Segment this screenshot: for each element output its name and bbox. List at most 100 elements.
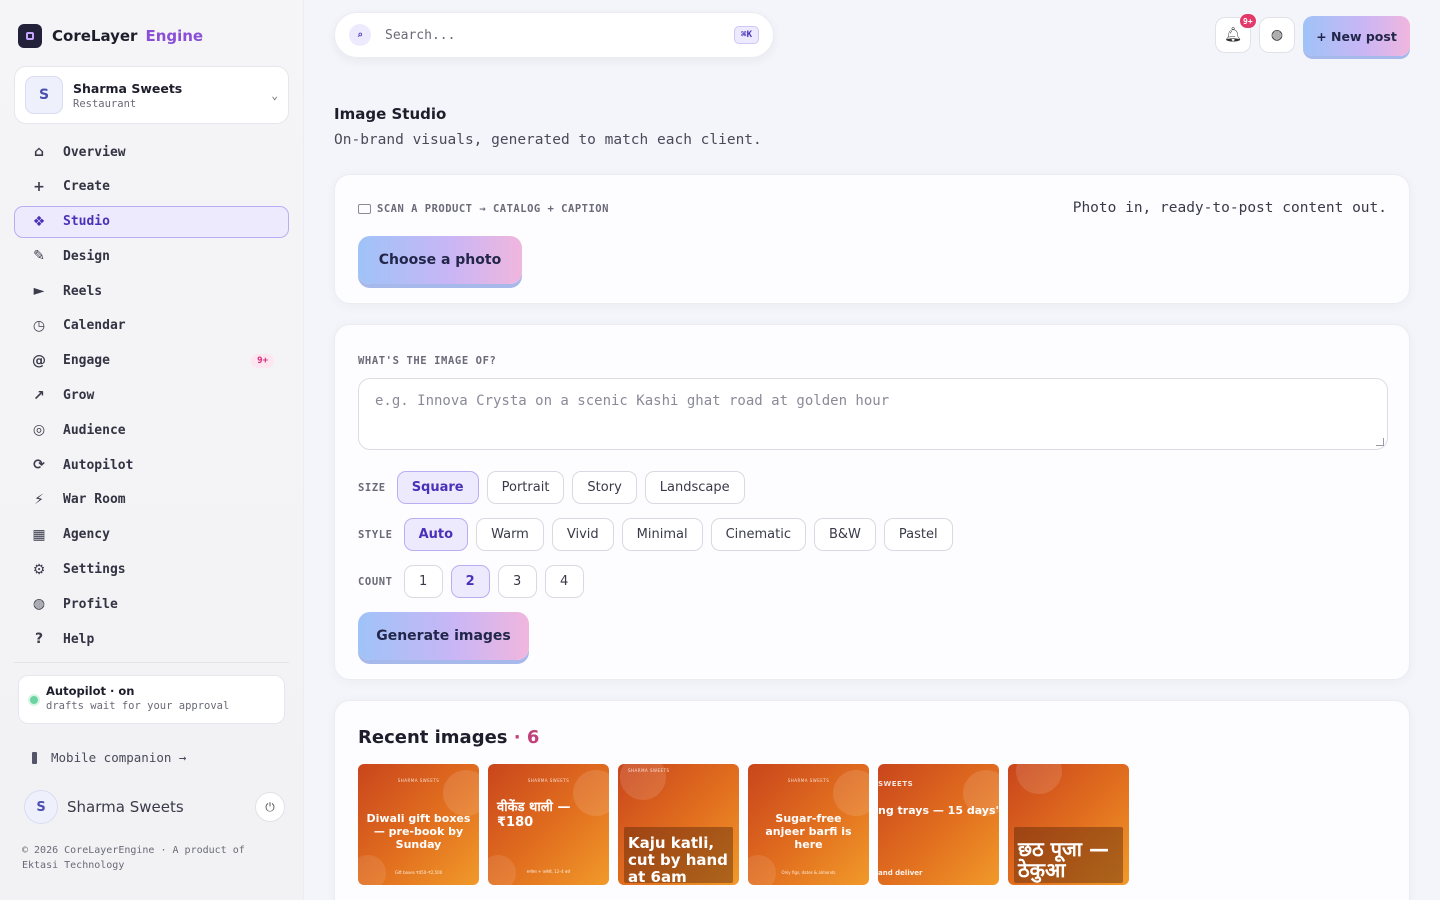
count-options: COUNT 1 2 3 4 bbox=[358, 565, 592, 598]
thumb-foot: Only figs, dates & almonds bbox=[781, 870, 836, 875]
size-option-portrait[interactable]: Portrait bbox=[486, 471, 565, 504]
clock-icon: ◷ bbox=[32, 317, 46, 334]
recent-count: · 6 bbox=[513, 727, 540, 748]
search-icon: ⌕ bbox=[349, 24, 371, 46]
globe-icon: ◍ bbox=[1270, 27, 1284, 43]
sidebar-item-label: Help bbox=[63, 631, 95, 647]
sidebar-item-label: Overview bbox=[63, 144, 126, 160]
workspace-switcher[interactable]: S Sharma Sweets Restaurant ⌄ bbox=[14, 66, 289, 124]
sidebar-item-war-room[interactable]: ⚡ War Room bbox=[14, 484, 289, 516]
engage-badge: 9+ bbox=[251, 353, 274, 368]
workspace-type: Restaurant bbox=[73, 97, 137, 110]
thumb-foot: and deliver bbox=[878, 869, 923, 877]
sidebar-divider bbox=[14, 662, 289, 663]
sidebar-item-label: Profile bbox=[63, 596, 118, 612]
sidebar-item-design[interactable]: ✎ Design bbox=[14, 240, 289, 272]
autopilot-status[interactable]: Autopilot · on drafts wait for your appr… bbox=[18, 675, 285, 724]
size-option-landscape[interactable]: Landscape bbox=[644, 471, 745, 504]
brand-accent: Engine bbox=[145, 27, 204, 45]
recent-images-title: Recent images · 6 bbox=[358, 727, 539, 748]
style-option-bw[interactable]: B&W bbox=[813, 518, 876, 551]
style-option-auto[interactable]: Auto bbox=[403, 518, 469, 551]
sidebar-item-calendar[interactable]: ◷ Calendar bbox=[14, 310, 289, 342]
sidebar-item-label: Reels bbox=[63, 283, 103, 299]
avatar[interactable]: S bbox=[24, 790, 58, 824]
sidebar-item-create[interactable]: + Create bbox=[14, 171, 289, 203]
phone-icon bbox=[32, 751, 37, 764]
search-bar[interactable]: ⌕ Search... ⌘K bbox=[334, 12, 774, 58]
play-icon: ► bbox=[33, 283, 45, 300]
size-option-square[interactable]: Square bbox=[396, 471, 479, 504]
sidebar-item-overview[interactable]: ⌂ Overview bbox=[14, 136, 289, 168]
recent-image-thumbnail[interactable]: SWEETS ng trays — 15 days' and deliver bbox=[878, 764, 999, 885]
thumb-brand: SHARMA SWEETS bbox=[787, 778, 830, 783]
thumb-text: Kaju katli, cut by hand at 6am bbox=[624, 827, 733, 883]
count-option-2[interactable]: 2 bbox=[450, 565, 490, 598]
recent-image-thumbnail[interactable]: SHARMA SWEETS वीकेंड थाली — ₹180 समोसा +… bbox=[488, 764, 609, 885]
style-option-warm[interactable]: Warm bbox=[476, 518, 544, 551]
arrow-up-right-icon: ↗ bbox=[33, 387, 45, 404]
style-option-cinematic[interactable]: Cinematic bbox=[710, 518, 806, 551]
recent-image-thumbnail[interactable]: छठ पूजा — ठेकुआ bbox=[1008, 764, 1129, 885]
plus-icon: + bbox=[33, 178, 45, 195]
status-dot-icon bbox=[30, 696, 38, 704]
count-option-3[interactable]: 3 bbox=[497, 565, 537, 598]
image-prompt-textarea[interactable]: e.g. Innova Crysta on a scenic Kashi gha… bbox=[358, 378, 1388, 450]
language-button[interactable]: ◍ bbox=[1259, 17, 1295, 53]
style-options: STYLE Auto Warm Vivid Minimal Cinematic … bbox=[358, 518, 961, 551]
sidebar-item-autopilot[interactable]: ⟳ Autopilot bbox=[14, 449, 289, 481]
sidebar-item-audience[interactable]: ◎ Audience bbox=[14, 414, 289, 446]
sidebar-item-label: Settings bbox=[63, 562, 126, 578]
sidebar-item-studio[interactable]: ❖ Studio bbox=[14, 205, 289, 238]
thumb-foot: समोसा + जलेबी, 12–4 बजे bbox=[526, 869, 571, 874]
sidebar-item-label: Studio bbox=[63, 214, 110, 230]
prompt-label: WHAT'S THE IMAGE OF? bbox=[358, 355, 497, 367]
thumb-text: Diwali gift boxes — pre-book by Sunday bbox=[366, 812, 471, 851]
recent-image-thumbnail[interactable]: SHARMA SWEETS Diwali gift boxes — pre-bo… bbox=[358, 764, 479, 885]
page-subtitle: On-brand visuals, generated to match eac… bbox=[334, 132, 762, 148]
notification-badge: 9+ bbox=[1239, 13, 1257, 29]
thumb-brand: SHARMA SWEETS bbox=[397, 778, 440, 783]
thumb-brand: SHARMA SWEETS bbox=[527, 778, 570, 783]
autopilot-subtitle: drafts wait for your approval bbox=[46, 700, 230, 712]
sidebar-item-agency[interactable]: ▦ Agency bbox=[14, 519, 289, 551]
thumb-foot: Gift boxes ₹450–₹2,500 bbox=[394, 870, 443, 875]
mobile-companion-link[interactable]: Mobile companion → bbox=[32, 750, 186, 765]
count-option-1[interactable]: 1 bbox=[403, 565, 443, 598]
power-icon[interactable]: ⏻ bbox=[255, 792, 285, 822]
brand[interactable]: CoreLayer Engine bbox=[18, 24, 203, 48]
brand-name: CoreLayer bbox=[52, 27, 138, 45]
thumb-text: ng trays — 15 days' bbox=[878, 804, 999, 817]
recent-images-card: Recent images · 6 SHARMA SWEETS Diwali g… bbox=[334, 700, 1410, 900]
count-option-4[interactable]: 4 bbox=[544, 565, 584, 598]
generate-images-button[interactable]: Generate images bbox=[358, 612, 529, 660]
sidebar-item-label: Audience bbox=[63, 422, 126, 438]
image-generator-card: WHAT'S THE IMAGE OF? e.g. Innova Crysta … bbox=[334, 324, 1410, 680]
search-input[interactable]: Search... bbox=[385, 28, 455, 43]
style-option-pastel[interactable]: Pastel bbox=[883, 518, 953, 551]
style-option-minimal[interactable]: Minimal bbox=[621, 518, 703, 551]
size-options: SIZE Square Portrait Story Landscape bbox=[358, 471, 753, 504]
recent-image-thumbnail[interactable]: SHARMA SWEETS Sugar-free anjeer barfi is… bbox=[748, 764, 869, 885]
size-option-story[interactable]: Story bbox=[572, 471, 637, 504]
thumb-text: वीकेंड थाली — ₹180 bbox=[497, 800, 571, 830]
copyright: © 2026 CoreLayerEngine · A product of Ek… bbox=[22, 845, 245, 871]
new-post-button[interactable]: + New post bbox=[1303, 16, 1410, 56]
sidebar-item-engage[interactable]: @ Engage 9+ bbox=[14, 345, 289, 377]
sidebar-item-profile[interactable]: ◍ Profile bbox=[14, 588, 289, 620]
style-option-vivid[interactable]: Vivid bbox=[551, 518, 614, 551]
sidebar-item-label: Agency bbox=[63, 527, 110, 543]
size-label: SIZE bbox=[358, 481, 386, 494]
choose-photo-button[interactable]: Choose a photo bbox=[358, 236, 522, 284]
scan-label: SCAN A PRODUCT → CATALOG + CAPTION bbox=[358, 203, 609, 215]
scan-label-text: SCAN A PRODUCT → CATALOG + CAPTION bbox=[377, 203, 609, 215]
sidebar-item-help[interactable]: ? Help bbox=[14, 623, 289, 655]
recent-image-thumbnail[interactable]: SHARMA SWEETS Kaju katli, cut by hand at… bbox=[618, 764, 739, 885]
sidebar-item-grow[interactable]: ↗ Grow bbox=[14, 380, 289, 412]
resize-handle-icon[interactable] bbox=[1376, 438, 1384, 446]
chevron-down-icon: ⌄ bbox=[271, 88, 278, 102]
sidebar-item-label: Engage bbox=[63, 353, 110, 369]
pencil-icon: ✎ bbox=[33, 248, 45, 265]
sidebar-item-settings[interactable]: ⚙ Settings bbox=[14, 554, 289, 586]
sidebar-item-reels[interactable]: ► Reels bbox=[14, 275, 289, 307]
